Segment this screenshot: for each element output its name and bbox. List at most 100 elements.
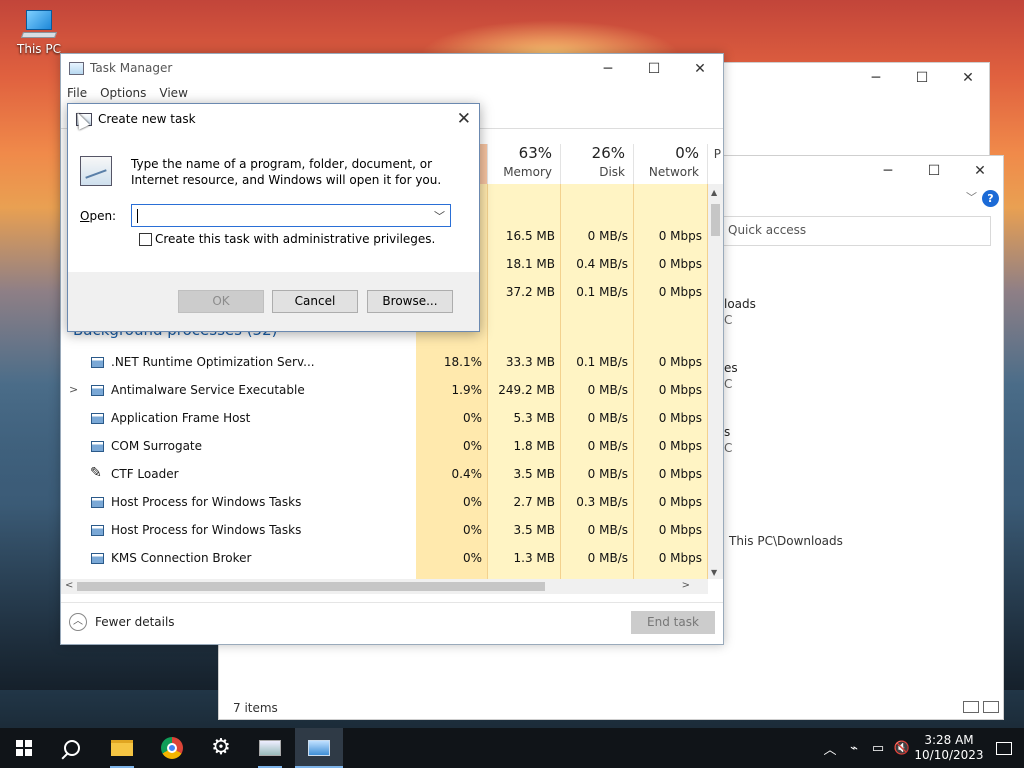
- browse-button[interactable]: Browse...: [367, 290, 453, 313]
- admin-checkbox-label[interactable]: Create this task with administrative pri…: [155, 232, 435, 246]
- network-value: 0 Mbps: [658, 439, 702, 453]
- memory-value: 1.8 MB: [513, 439, 555, 453]
- chevron-right-icon[interactable]: >: [69, 383, 78, 396]
- list-item[interactable]: es C: [724, 360, 738, 392]
- scroll-thumb[interactable]: [77, 582, 545, 591]
- table-row[interactable]: .NET Runtime Optimization Serv... 18.1% 33…: [61, 349, 708, 377]
- monitor-icon[interactable]: ▭: [866, 741, 890, 756]
- close-button[interactable]: ✕: [945, 63, 991, 93]
- cpu-value: 0%: [462, 551, 482, 565]
- menu-options[interactable]: Options: [100, 86, 146, 100]
- process-icon: [91, 497, 104, 508]
- run-icon: [308, 740, 330, 756]
- desktop-icon-label: This PC: [17, 42, 61, 56]
- minimize-button[interactable]: ─: [853, 63, 899, 93]
- start-button[interactable]: [0, 728, 48, 768]
- scroll-up-icon[interactable]: ▲: [711, 188, 717, 197]
- network-icon[interactable]: ⌁: [842, 741, 866, 756]
- cpu-value: 0%: [462, 523, 482, 537]
- admin-checkbox[interactable]: [139, 233, 152, 246]
- scroll-down-icon[interactable]: ▼: [711, 568, 717, 577]
- minimize-button[interactable]: ─: [865, 156, 911, 186]
- folder-icon: [111, 740, 133, 756]
- create-new-task-dialog[interactable]: Create new task ✕ Type the name of a pro…: [67, 103, 480, 332]
- end-task-button[interactable]: End task: [631, 611, 715, 634]
- clock[interactable]: 3:28 AM 10/10/2023: [914, 733, 984, 763]
- table-row[interactable]: > Antimalware Service Executable 1.9% 249.2…: [61, 377, 708, 405]
- cancel-button[interactable]: Cancel: [272, 290, 358, 313]
- horizontal-scrollbar[interactable]: < >: [61, 579, 708, 594]
- maximize-button[interactable]: ☐: [911, 156, 957, 186]
- minimize-button[interactable]: ─: [585, 54, 631, 84]
- explorer-window-back[interactable]: ─ ☐ ✕: [720, 62, 990, 162]
- maximize-button[interactable]: ☐: [631, 54, 677, 84]
- network-value: 0 Mbps: [658, 355, 702, 369]
- fewer-details-link[interactable]: Fewer details: [95, 615, 175, 629]
- network-value: 0 Mbps: [658, 523, 702, 537]
- system-tray: ︿ ⌁ ▭ 🔇 3:28 AM 10/10/2023: [818, 728, 1024, 768]
- table-row[interactable]: Application Frame Host 0% 5.3 MB 0 MB/s 0 Mb…: [61, 405, 708, 433]
- column-header-network[interactable]: 0% Network: [634, 144, 708, 184]
- column-header-memory[interactable]: 63% Memory: [488, 144, 561, 184]
- view-toggle[interactable]: [963, 701, 999, 713]
- table-row[interactable]: COM Surrogate 0% 1.8 MB 0 MB/s 0 Mbps: [61, 433, 708, 461]
- help-icon[interactable]: ?: [982, 190, 999, 207]
- table-row[interactable]: Host Process for Windows Tasks 0% 2.7 MB 0.…: [61, 489, 708, 517]
- disk-value: 0.1 MB/s: [576, 355, 628, 369]
- vertical-scrollbar[interactable]: ▲ ▼: [708, 184, 723, 579]
- table-row[interactable]: ✎ CTF Loader 0.4% 3.5 MB 0 MB/s 0 Mbps: [61, 461, 708, 489]
- scroll-left-icon[interactable]: <: [65, 580, 73, 591]
- menu-file[interactable]: File: [67, 86, 87, 100]
- taskbar-run[interactable]: [295, 728, 343, 768]
- text-caret: [137, 209, 138, 223]
- maximize-button[interactable]: ☐: [899, 63, 945, 93]
- network-value: 0 Mbps: [658, 467, 702, 481]
- close-icon[interactable]: ✕: [457, 109, 471, 129]
- close-button[interactable]: ✕: [957, 156, 1003, 186]
- menu-view[interactable]: View: [159, 86, 187, 100]
- scroll-thumb[interactable]: [711, 204, 720, 236]
- column-header-disk[interactable]: 26% Disk: [561, 144, 634, 184]
- list-item[interactable]: loads C: [724, 296, 756, 328]
- chevron-up-icon[interactable]: ︿: [69, 613, 87, 631]
- chevron-down-icon[interactable]: ﹀: [434, 208, 445, 224]
- scroll-right-icon[interactable]: >: [682, 580, 690, 591]
- open-input[interactable]: [134, 207, 424, 224]
- taskbar-settings[interactable]: ⚙: [197, 728, 245, 768]
- table-row[interactable]: KMS Connection Broker 0% 1.3 MB 0 MB/s 0 Mbp…: [61, 545, 708, 573]
- list-item[interactable]: s C: [724, 424, 732, 456]
- title-bar[interactable]: Task Manager ─ ☐ ✕: [61, 54, 723, 84]
- cpu-value: 0%: [462, 411, 482, 425]
- search-input[interactable]: Quick access: [719, 216, 991, 246]
- volume-muted-icon[interactable]: 🔇: [890, 741, 914, 756]
- dialog-description: Type the name of a program, folder, docu…: [131, 157, 442, 187]
- gear-icon: ⚙: [211, 735, 231, 760]
- table-row[interactable]: Host Process for Windows Tasks 0% 3.5 MB 0 …: [61, 517, 708, 545]
- taskbar-chrome[interactable]: [148, 728, 196, 768]
- details-view-icon[interactable]: [963, 701, 979, 713]
- tiles-view-icon[interactable]: [983, 701, 999, 713]
- memory-value: 5.3 MB: [513, 411, 555, 425]
- open-label: Open:: [80, 209, 117, 223]
- notification-button[interactable]: [984, 728, 1024, 768]
- column-header-power[interactable]: P: [708, 144, 723, 184]
- disk-value: 0 MB/s: [587, 551, 628, 565]
- network-value: 0 Mbps: [658, 411, 702, 425]
- ok-button[interactable]: OK: [178, 290, 264, 313]
- process-name: Application Frame Host: [111, 411, 251, 425]
- process-icon: [91, 553, 104, 564]
- desktop-icon-this-pc[interactable]: This PC: [14, 10, 64, 56]
- status-bar-item-count: 7 items: [233, 701, 278, 715]
- dialog-title-bar[interactable]: Create new task ✕: [68, 104, 479, 134]
- close-button[interactable]: ✕: [677, 54, 723, 84]
- chevron-down-icon[interactable]: ﹀: [966, 189, 977, 205]
- memory-value: 3.5 MB: [513, 467, 555, 481]
- taskbar-task-manager[interactable]: [246, 728, 294, 768]
- cpu-value: 1.9%: [451, 383, 483, 397]
- taskbar-file-explorer[interactable]: [98, 728, 146, 768]
- disk-value: 0 MB/s: [587, 411, 628, 425]
- search-button[interactable]: [48, 728, 96, 768]
- process-name: Host Process for Windows Tasks: [111, 523, 302, 537]
- chevron-up-icon[interactable]: ︿: [818, 739, 842, 758]
- open-combobox[interactable]: ﹀: [131, 204, 451, 227]
